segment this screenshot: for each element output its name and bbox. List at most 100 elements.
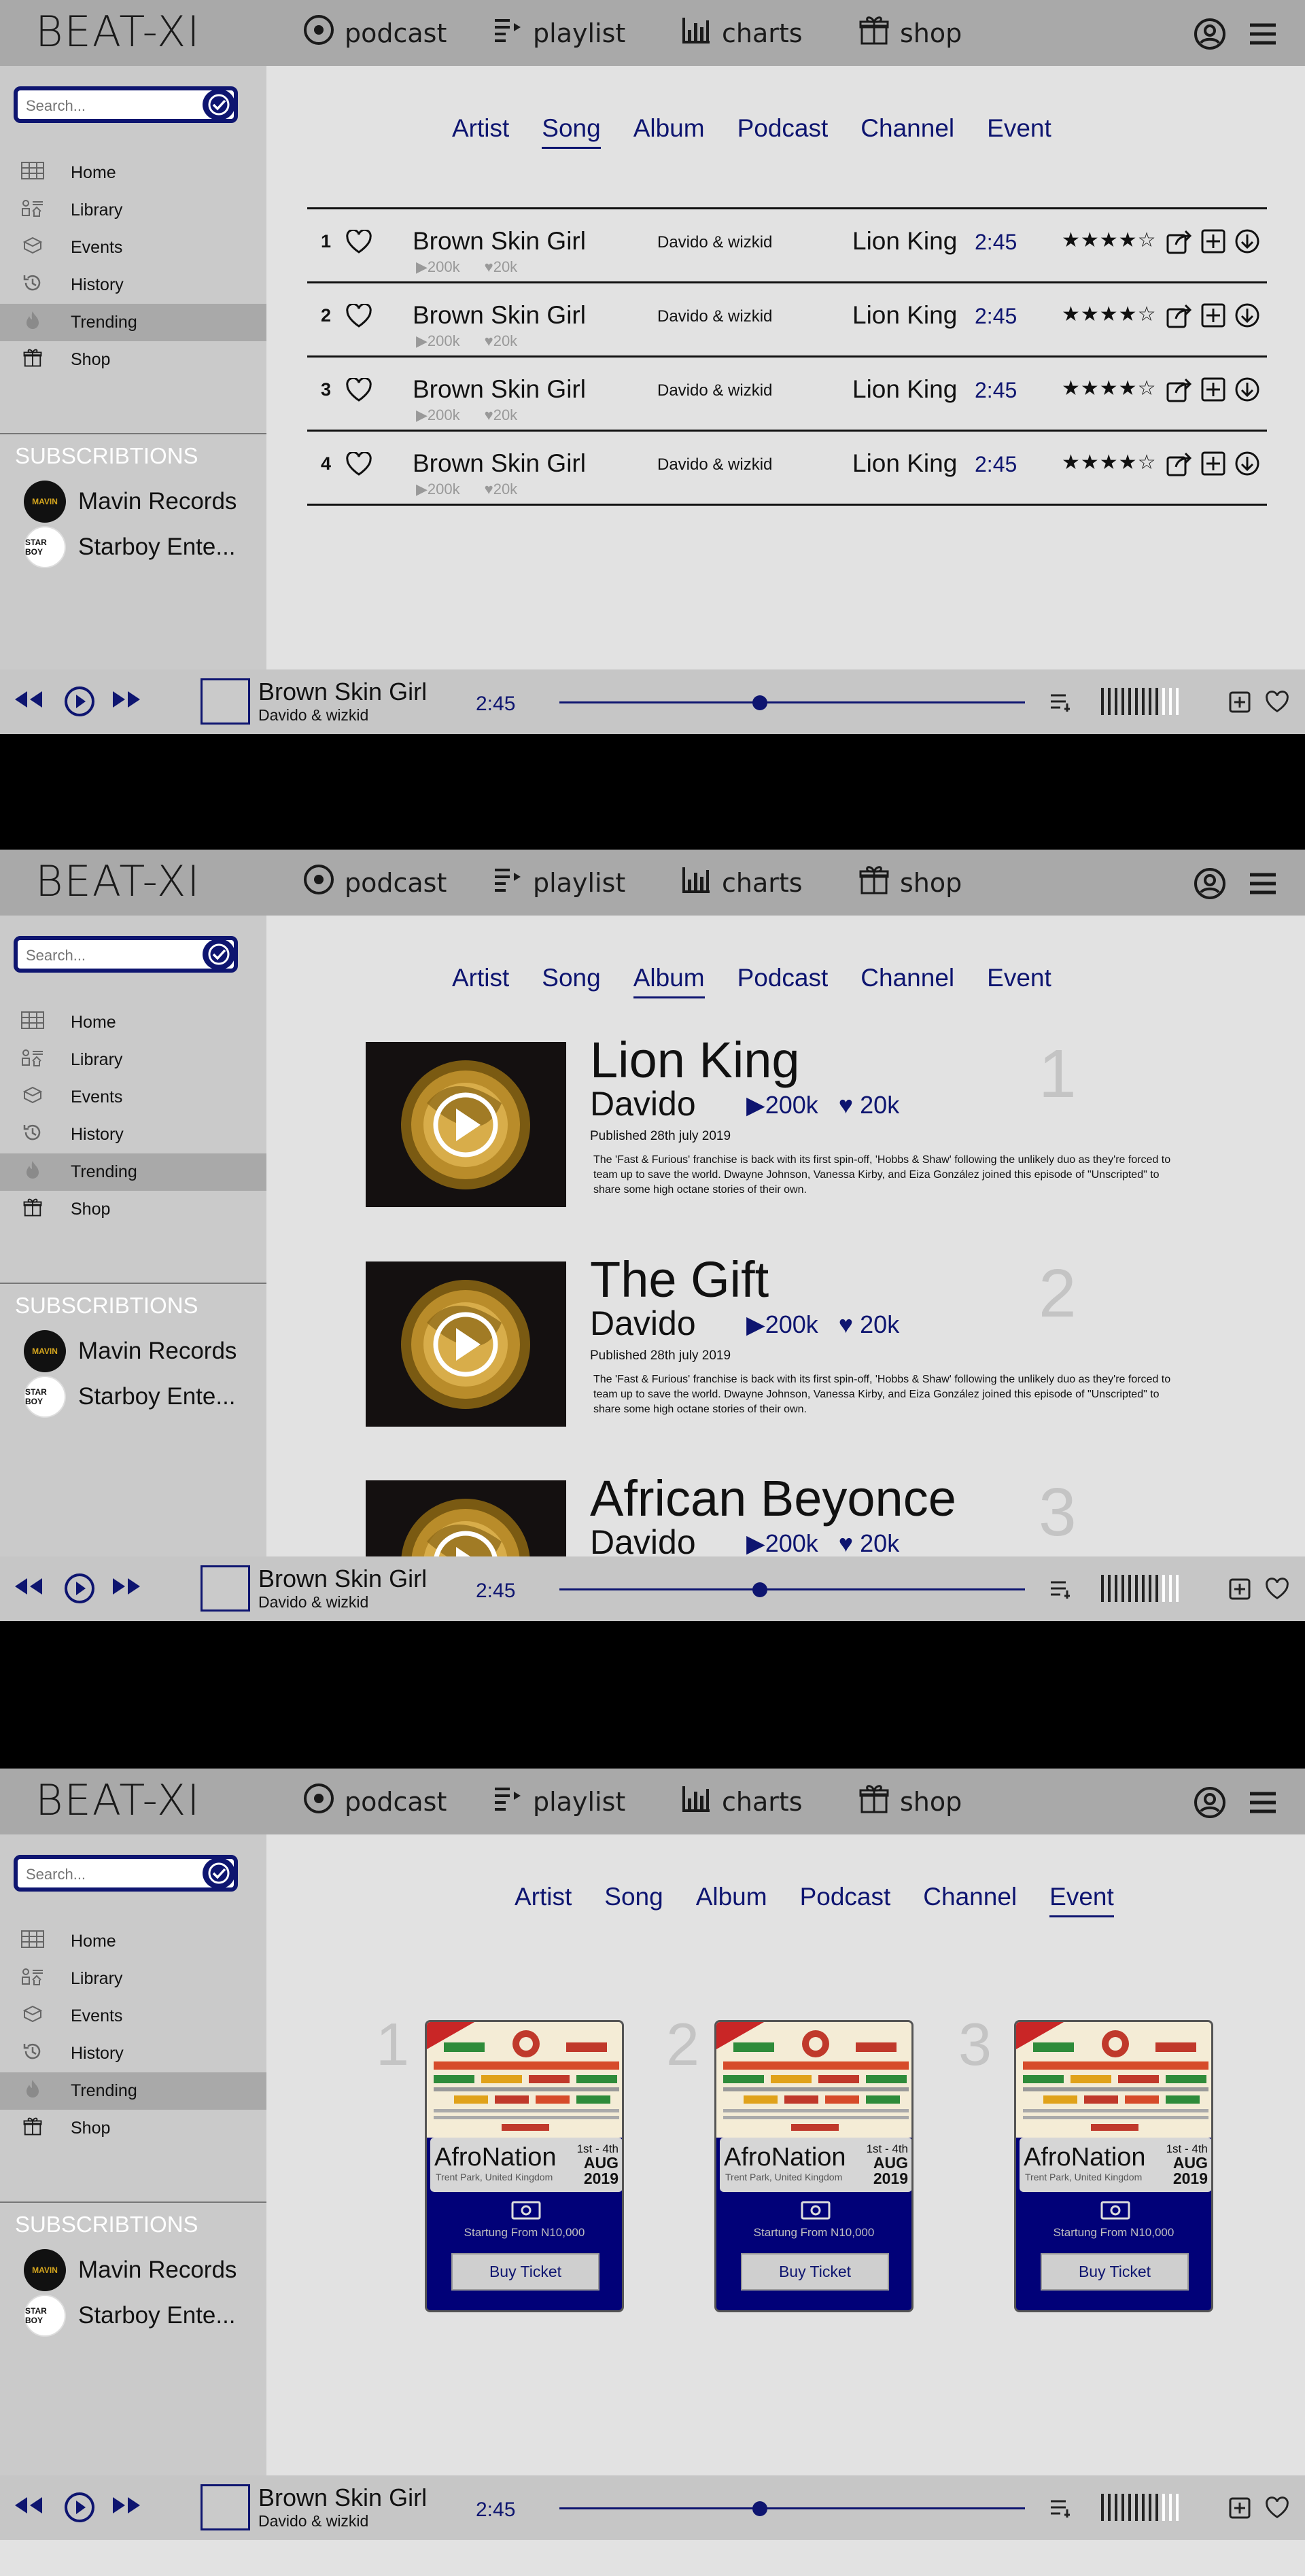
sidebar-item-shop[interactable]: Shop	[0, 2110, 266, 2147]
nav-podcast[interactable]: podcast	[302, 14, 447, 52]
sidebar-item-shop[interactable]: Shop	[0, 1191, 266, 1228]
volume-meter[interactable]	[1101, 1575, 1179, 1602]
search-submit-button[interactable]	[203, 939, 235, 970]
album-item[interactable]: The Gift Davido ▶200k ♥ 20k Published 28th j…	[366, 1251, 1249, 1428]
table-row[interactable]: 2 Brown Skin Girl ▶200k ♥20k Davido & wizkid…	[307, 283, 1267, 358]
progress-knob[interactable]	[752, 695, 767, 710]
add-box-icon[interactable]	[1228, 1577, 1252, 1604]
sidebar-item-history[interactable]: History	[0, 1116, 266, 1153]
song-title[interactable]: Brown Skin Girl	[413, 301, 586, 330]
forward-icon[interactable]	[109, 2493, 145, 2520]
event-card[interactable]: AfroNation Trent Park, United Kingdom 1st …	[425, 2020, 624, 2312]
nav-shop[interactable]: shop	[858, 1782, 962, 1821]
subscription-item[interactable]: MAVIN Mavin Records	[24, 1330, 237, 1372]
subscription-item[interactable]: STAR BOY Starboy Ente...	[24, 1376, 236, 1418]
tab-album[interactable]: Album	[633, 964, 705, 998]
queue-icon[interactable]	[1048, 2496, 1073, 2523]
buy-ticket-button[interactable]: Buy Ticket	[741, 2253, 889, 2291]
nav-charts[interactable]: charts	[680, 14, 803, 52]
share-icon[interactable]	[1165, 301, 1194, 333]
progress-track[interactable]	[559, 2501, 1025, 2516]
album-title[interactable]: The Gift	[590, 1251, 769, 1308]
forward-icon[interactable]	[109, 1574, 145, 1601]
star-rating[interactable]: ★★★★☆	[1062, 451, 1156, 474]
rewind-icon[interactable]	[10, 1574, 46, 1601]
user-icon[interactable]	[1193, 17, 1227, 51]
tab-album[interactable]: Album	[633, 114, 705, 149]
progress-track[interactable]	[559, 1582, 1025, 1597]
album-cover-play-icon[interactable]	[366, 1261, 566, 1427]
tab-artist[interactable]: Artist	[452, 114, 509, 149]
forward-icon[interactable]	[109, 687, 145, 714]
heart-icon[interactable]	[345, 377, 372, 402]
table-row[interactable]: 1 Brown Skin Girl ▶200k ♥20k Davido & wizkid…	[307, 209, 1267, 283]
tab-album[interactable]: Album	[696, 1883, 767, 1917]
event-card[interactable]: AfroNation Trent Park, United Kingdom 1st …	[1014, 2020, 1213, 2312]
search-submit-button[interactable]	[203, 89, 235, 120]
heart-icon[interactable]	[345, 228, 372, 254]
now-playing-thumbnail[interactable]	[201, 678, 250, 725]
song-album[interactable]: Lion King	[852, 227, 957, 256]
add-square-icon[interactable]	[1199, 301, 1228, 333]
sidebar-item-history[interactable]: History	[0, 2035, 266, 2072]
heart-outline-icon[interactable]	[1264, 1577, 1290, 1604]
now-playing-thumbnail[interactable]	[201, 2484, 250, 2530]
song-title[interactable]: Brown Skin Girl	[413, 227, 586, 256]
tab-podcast[interactable]: Podcast	[737, 114, 829, 149]
download-icon[interactable]	[1233, 375, 1262, 407]
progress-knob[interactable]	[752, 1582, 767, 1597]
user-icon[interactable]	[1193, 1786, 1227, 1820]
nav-playlist[interactable]: playlist	[491, 14, 625, 52]
star-rating[interactable]: ★★★★☆	[1062, 302, 1156, 326]
nav-shop[interactable]: shop	[858, 863, 962, 902]
tab-event[interactable]: Event	[1049, 1883, 1114, 1917]
nav-charts[interactable]: charts	[680, 1782, 803, 1821]
heart-icon[interactable]	[345, 302, 372, 328]
progress-knob[interactable]	[752, 2501, 767, 2516]
nav-shop[interactable]: shop	[858, 14, 962, 52]
add-box-icon[interactable]	[1228, 690, 1252, 717]
sidebar-item-home[interactable]: Home	[0, 154, 266, 192]
tab-artist[interactable]: Artist	[452, 964, 509, 998]
search-submit-button[interactable]	[203, 1858, 235, 1889]
download-icon[interactable]	[1233, 449, 1262, 481]
tab-channel[interactable]: Channel	[860, 964, 954, 998]
tab-artist[interactable]: Artist	[515, 1883, 572, 1917]
queue-icon[interactable]	[1048, 690, 1073, 717]
nav-podcast[interactable]: podcast	[302, 863, 447, 902]
song-artist[interactable]: Davido & wizkid	[657, 381, 772, 400]
sidebar-item-history[interactable]: History	[0, 266, 266, 304]
subscription-item[interactable]: STAR BOY Starboy Ente...	[24, 2295, 236, 2337]
event-card[interactable]: AfroNation Trent Park, United Kingdom 1st …	[714, 2020, 914, 2312]
hamburger-icon[interactable]	[1246, 867, 1280, 901]
subscription-item[interactable]: STAR BOY Starboy Ente...	[24, 526, 236, 568]
tab-song[interactable]: Song	[542, 964, 600, 998]
event-poster[interactable]	[427, 2022, 622, 2138]
album-item[interactable]: Lion King Davido ▶200k ♥ 20k Published 28th …	[366, 1032, 1249, 1208]
download-icon[interactable]	[1233, 227, 1262, 259]
heart-outline-icon[interactable]	[1264, 2496, 1290, 2523]
heart-icon[interactable]	[345, 451, 372, 476]
sidebar-item-home[interactable]: Home	[0, 1923, 266, 1960]
table-row[interactable]: 4 Brown Skin Girl ▶200k ♥20k Davido & wizkid…	[307, 432, 1267, 506]
add-square-icon[interactable]	[1199, 449, 1228, 481]
star-rating[interactable]: ★★★★☆	[1062, 377, 1156, 400]
song-title[interactable]: Brown Skin Girl	[413, 375, 586, 404]
sidebar-item-trending[interactable]: Trending	[0, 304, 266, 341]
tab-event[interactable]: Event	[987, 114, 1051, 149]
app-logo[interactable]: BEAT-XI	[35, 7, 201, 56]
song-artist[interactable]: Davido & wizkid	[657, 455, 772, 474]
share-icon[interactable]	[1165, 375, 1194, 407]
add-square-icon[interactable]	[1199, 375, 1228, 407]
download-icon[interactable]	[1233, 301, 1262, 333]
buy-ticket-button[interactable]: Buy Ticket	[451, 2253, 599, 2291]
album-artist[interactable]: Davido	[590, 1084, 696, 1124]
rewind-icon[interactable]	[10, 2493, 46, 2520]
tab-song[interactable]: Song	[542, 114, 601, 149]
nav-charts[interactable]: charts	[680, 863, 803, 902]
play-circle-icon[interactable]	[63, 1572, 96, 1607]
buy-ticket-button[interactable]: Buy Ticket	[1041, 2253, 1189, 2291]
sidebar-item-library[interactable]: Library	[0, 192, 266, 229]
queue-icon[interactable]	[1048, 1577, 1073, 1604]
sidebar-item-events[interactable]: Events	[0, 1079, 266, 1116]
